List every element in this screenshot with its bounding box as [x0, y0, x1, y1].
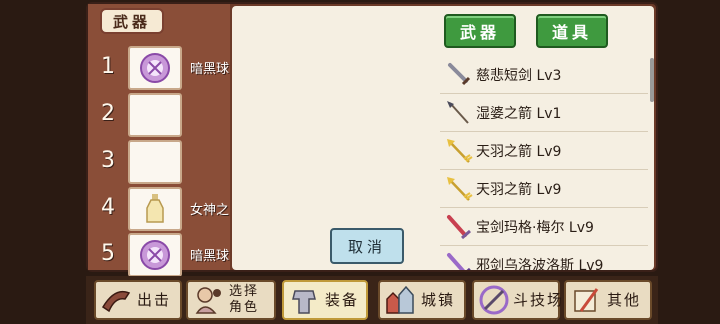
nav-other-button[interactable]: 其他 [564, 280, 652, 320]
item-list[interactable]: 慈悲短剑 Lv3 湿婆之箭 Lv1 天羽之箭 Lv9 天羽之箭 Lv9 宝剑玛格… [440, 56, 648, 270]
list-item[interactable]: 宝剑玛格·梅尔 Lv9 [440, 208, 648, 246]
slot-item-name: 暗黑球 [190, 249, 230, 264]
dark-orb-icon [140, 53, 170, 83]
item-name: 湿婆之箭 Lv1 [476, 106, 562, 122]
nav-arena-button[interactable]: 斗技场 [472, 280, 562, 320]
slot-number: 4 [101, 195, 115, 220]
slot-item-box[interactable] [128, 46, 182, 90]
equip-slot-4[interactable]: 4 女神之 [96, 187, 236, 231]
slot-number: 3 [101, 148, 115, 173]
nav-sortie-button[interactable]: 出击 [94, 280, 182, 320]
list-item[interactable]: 天羽之箭 Lv9 [440, 170, 648, 208]
equip-slot-3[interactable]: 3 [96, 140, 236, 184]
nav-label: 选择 角色 [229, 284, 259, 316]
feather-arrow-icon [447, 139, 473, 163]
item-name: 慈悲短剑 Lv3 [476, 68, 562, 84]
nav-town-button[interactable]: 城镇 [378, 280, 466, 320]
slot-number: 2 [101, 101, 115, 126]
list-item[interactable]: 天羽之箭 Lv9 [440, 132, 648, 170]
slot-number: 5 [101, 241, 115, 266]
list-item[interactable]: 邪剑乌洛波洛斯 Lv9 [440, 246, 648, 270]
slot-item-name: 女神之 [190, 203, 230, 218]
dark-orb-icon [140, 240, 170, 270]
tab-weapons[interactable]: 武器 [444, 14, 516, 48]
item-name: 宝剑玛格·梅尔 Lv9 [476, 220, 594, 236]
nav-select-character-button[interactable]: 选择 角色 [186, 280, 276, 320]
item-list-scrollbar[interactable] [650, 58, 654, 102]
list-item[interactable]: 慈悲短剑 Lv3 [440, 56, 648, 94]
arrow-icon [447, 101, 469, 124]
nav-label: 斗技场 [513, 291, 565, 309]
nav-label: 其他 [607, 291, 642, 309]
nav-equip-button[interactable]: 装备 [282, 280, 368, 320]
item-name: 天羽之箭 Lv9 [476, 144, 562, 160]
cancel-button[interactable]: 取消 [330, 228, 404, 264]
equip-slot-2[interactable]: 2 [96, 93, 236, 137]
slot-item-box[interactable] [128, 93, 182, 137]
list-item[interactable]: 湿婆之箭 Lv1 [440, 94, 648, 132]
town-icon [386, 285, 414, 314]
nav-label: 城镇 [421, 291, 456, 309]
slot-item-name: 暗黑球 [190, 62, 230, 77]
equip-slot-5[interactable]: 5 暗黑球 [96, 233, 236, 277]
slot-item-box[interactable] [128, 140, 182, 184]
character-icon [195, 287, 221, 314]
item-name: 邪剑乌洛波洛斯 Lv9 [476, 258, 604, 270]
tab-items[interactable]: 道具 [536, 14, 608, 48]
nav-label: 装备 [325, 291, 360, 309]
arena-swords-icon [479, 285, 509, 315]
horn-icon [101, 290, 131, 313]
slot-item-box[interactable] [128, 233, 182, 277]
feather-arrow-icon [447, 177, 473, 201]
purple-sword-icon [447, 253, 471, 270]
goddess-bottle-icon [146, 194, 164, 223]
scroll-feather-icon [574, 288, 599, 312]
equip-slot-1[interactable]: 1 暗黑球 [96, 46, 236, 90]
red-sword-icon [447, 215, 471, 240]
armor-icon [292, 290, 316, 314]
item-name: 天羽之箭 Lv9 [476, 182, 562, 198]
nav-label: 出击 [137, 291, 172, 309]
slot-number: 1 [101, 54, 115, 79]
nav-label-line2: 角色 [229, 300, 260, 315]
slot-item-box[interactable] [128, 187, 182, 231]
category-label: 武器 [100, 8, 164, 34]
nav-label-line1: 选择 [229, 284, 260, 299]
dagger-icon [448, 63, 471, 86]
